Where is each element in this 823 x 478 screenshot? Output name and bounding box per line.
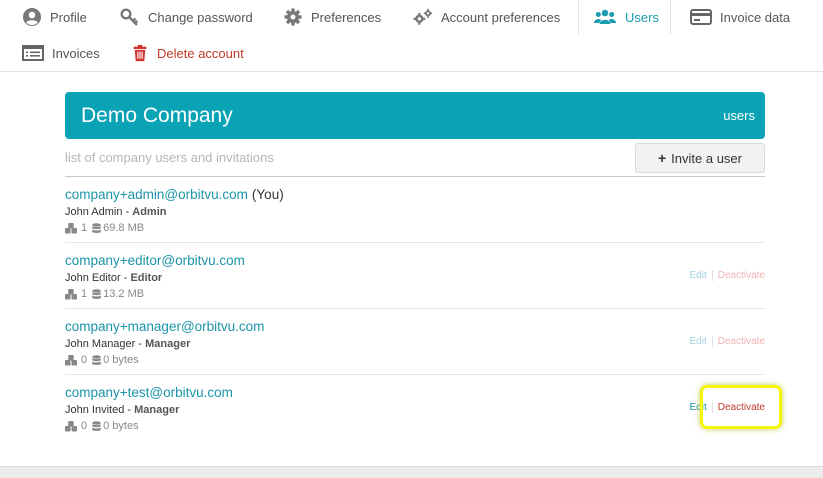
- cubes-icon: [65, 420, 77, 431]
- trash-icon: [133, 44, 147, 62]
- tab-users[interactable]: Users: [593, 0, 659, 34]
- deactivate-link[interactable]: Deactivate: [718, 270, 765, 281]
- credit-card-icon: [690, 9, 712, 25]
- tab-invoice-data[interactable]: Invoice data: [690, 0, 790, 34]
- user-actions: Edit Deactivate: [690, 336, 765, 347]
- database-icon: [92, 420, 101, 431]
- user-email-link[interactable]: company+manager@orbitvu.com: [65, 319, 264, 334]
- tab-label: Delete account: [157, 45, 244, 61]
- user-name: John Invited: [65, 404, 125, 416]
- tab-account-preferences[interactable]: Account preferences: [413, 0, 560, 34]
- tab-label: Profile: [50, 9, 87, 25]
- users-subtitle: list of company users and invitations: [65, 150, 274, 165]
- nav-row-1: Profile Change password Preferences Acco…: [0, 0, 823, 34]
- user-stats: 0 0 bytes: [65, 420, 139, 432]
- user-email-link[interactable]: company+admin@orbitvu.com (You): [65, 187, 284, 202]
- gear-icon: [284, 8, 302, 26]
- invite-user-button[interactable]: + Invite a user: [635, 143, 765, 173]
- tab-label: Invoices: [52, 45, 100, 61]
- invite-button-label: Invite a user: [671, 150, 742, 166]
- user-object-count: 0: [81, 420, 88, 432]
- page-footer-strip: [0, 466, 823, 478]
- users-panel: Demo Company users list of company users…: [0, 73, 823, 467]
- tab-label: Users: [625, 9, 659, 25]
- tab-delete-account[interactable]: Delete account: [131, 36, 244, 70]
- user-stats: 0 0 bytes: [65, 354, 139, 366]
- gears-icon: [413, 8, 433, 25]
- cubes-icon: [65, 354, 77, 365]
- key-icon: [120, 8, 139, 26]
- user-role: Manager: [145, 338, 191, 350]
- user-email: company+admin@orbitvu.com: [65, 187, 248, 202]
- user-name: John Admin: [65, 206, 123, 218]
- account-nav: Profile Change password Preferences Acco…: [0, 0, 823, 72]
- user-object-count: 1: [81, 222, 88, 234]
- list-icon: [22, 45, 44, 61]
- user-email-link[interactable]: company+editor@orbitvu.com: [65, 253, 245, 268]
- you-label: (You): [251, 187, 284, 202]
- tab-label: Change password: [148, 9, 253, 25]
- cubes-icon: [65, 288, 77, 299]
- user-role: Admin: [132, 206, 167, 218]
- tab-profile[interactable]: Profile: [22, 0, 87, 34]
- user-storage: 0 bytes: [103, 420, 139, 432]
- user-stats: 1 69.8 MB: [65, 222, 144, 234]
- user-row: company+manager@orbitvu.com John Manager…: [65, 309, 765, 375]
- user-actions: Edit Deactivate: [690, 270, 765, 281]
- user-storage: 69.8 MB: [103, 222, 145, 234]
- user-row: company+admin@orbitvu.com (You) John Admi…: [65, 177, 765, 243]
- user-name-role: John Admin - Admin: [65, 206, 167, 218]
- cubes-icon: [65, 222, 77, 233]
- user-name: John Editor: [65, 272, 121, 284]
- user-role: Manager: [134, 404, 180, 416]
- user-name-role: John Invited - Manager: [65, 404, 180, 416]
- database-icon: [92, 288, 101, 299]
- database-icon: [92, 354, 101, 365]
- user-role: Editor: [130, 272, 163, 284]
- user-email-link[interactable]: company+test@orbitvu.com: [65, 385, 233, 400]
- edit-link[interactable]: Edit: [690, 270, 707, 281]
- tab-invoices[interactable]: Invoices: [22, 36, 100, 70]
- user-email: company+editor@orbitvu.com: [65, 253, 245, 268]
- user-name-role: John Manager - Manager: [65, 338, 191, 350]
- user-name-role: John Editor - Editor: [65, 272, 163, 284]
- tab-change-password[interactable]: Change password: [120, 0, 253, 34]
- user-object-count: 0: [81, 354, 88, 366]
- edit-link[interactable]: Edit: [690, 336, 707, 347]
- user-storage: 13.2 MB: [103, 288, 145, 300]
- deactivate-link[interactable]: Deactivate: [718, 336, 765, 347]
- user-stats: 1 13.2 MB: [65, 288, 144, 300]
- plus-icon: +: [657, 150, 667, 166]
- tab-label: Preferences: [311, 9, 382, 25]
- tab-label: Invoice data: [720, 9, 791, 25]
- user-circle-icon: [23, 8, 41, 26]
- nav-row-2: Invoices Delete account: [0, 36, 823, 70]
- user-object-count: 1: [81, 288, 88, 300]
- deactivate-highlight: [700, 385, 782, 429]
- user-storage: 0 bytes: [103, 354, 139, 366]
- user-row: company+editor@orbitvu.com John Editor -…: [65, 243, 765, 309]
- database-icon: [92, 222, 101, 233]
- user-email: company+test@orbitvu.com: [65, 385, 233, 400]
- tab-preferences[interactable]: Preferences: [283, 0, 381, 34]
- header-scope: users: [723, 108, 755, 123]
- user-row: company+test@orbitvu.com John Invited - …: [65, 375, 765, 441]
- tab-label: Account preferences: [441, 9, 561, 25]
- user-email: company+manager@orbitvu.com: [65, 319, 265, 334]
- users-icon: [594, 9, 616, 24]
- user-name: John Manager: [65, 338, 136, 350]
- company-header: Demo Company users: [65, 92, 765, 139]
- company-name: Demo Company: [81, 104, 233, 127]
